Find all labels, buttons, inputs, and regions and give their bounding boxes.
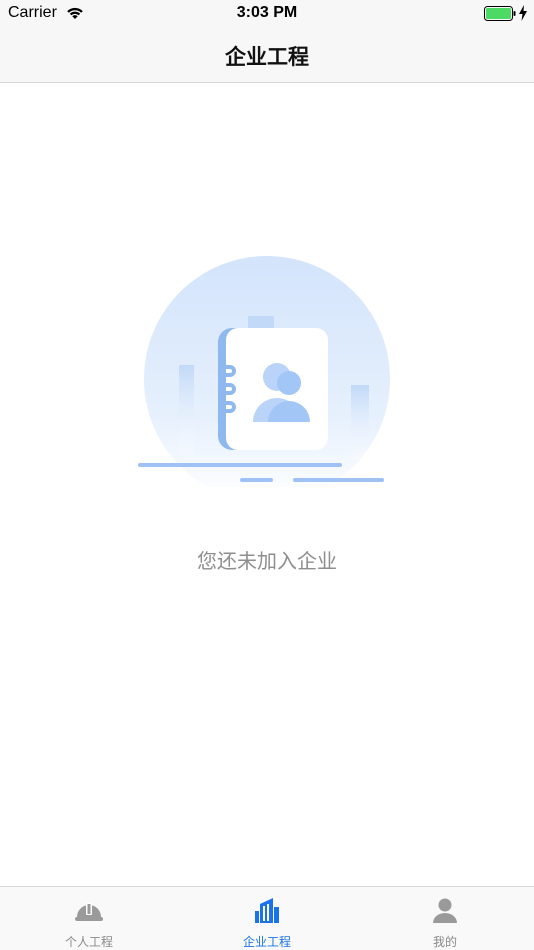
tab-enterprise-projects[interactable]: 企业工程 [178, 887, 356, 950]
tab-mine[interactable]: 我的 [356, 887, 534, 950]
tab-label: 个人工程 [64, 935, 113, 949]
app-screen: Carrier 3:03 PM 企业工程 您还未加入企业 个人工程 企业工程 我… [0, 0, 534, 950]
tab-personal-projects[interactable]: 个人工程 [0, 887, 178, 950]
empty-state-message: 您还未加入企业 [197, 549, 337, 573]
charging-icon [519, 5, 527, 21]
hard-hat-icon [75, 903, 103, 921]
contacts-book-icon [138, 256, 390, 487]
navigation-bar: 企业工程 [0, 28, 534, 83]
person-icon [433, 898, 457, 923]
status-bar: Carrier 3:03 PM [0, 0, 534, 28]
tab-label: 我的 [432, 935, 457, 949]
clock: 3:03 PM [236, 4, 298, 21]
battery-icon [484, 6, 516, 21]
building-icon [255, 898, 279, 923]
page-title: 企业工程 [225, 45, 309, 69]
tab-bar: 个人工程 企业工程 我的 [0, 886, 534, 950]
tab-label: 企业工程 [242, 935, 291, 949]
